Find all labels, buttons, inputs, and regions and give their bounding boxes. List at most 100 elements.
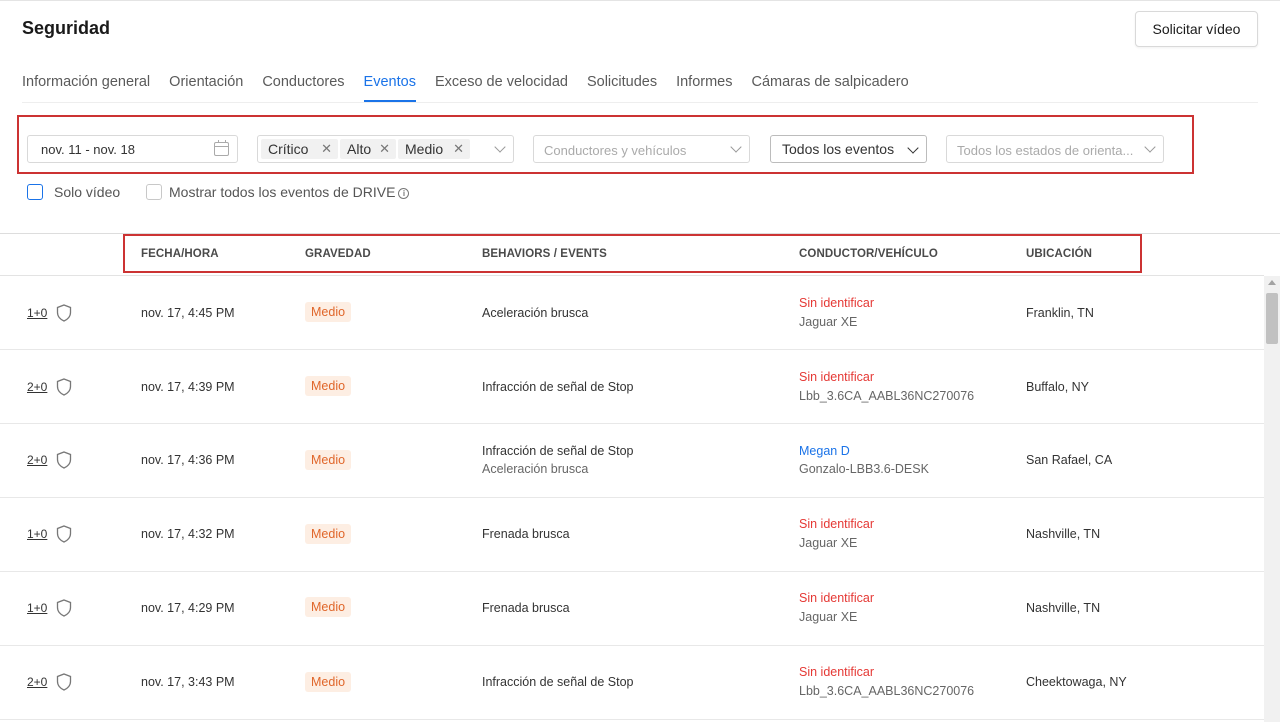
behavior-label: Infracción de señal de Stop (482, 444, 634, 458)
severity-badge: Medio (305, 524, 352, 544)
chip-label: Medio (405, 141, 444, 157)
tab-events[interactable]: Eventos (363, 72, 417, 102)
severity-chip-critical: Crítico ✕ (261, 139, 338, 159)
behavior-label: Infracción de señal de Stop (482, 675, 634, 689)
chevron-down-icon (907, 142, 919, 154)
severity-badge: Medio (305, 597, 352, 617)
events-type-select[interactable]: Todos los eventos (770, 135, 927, 163)
event-datetime: nov. 17, 3:43 PM (141, 675, 235, 689)
shield-icon[interactable] (56, 451, 72, 469)
shield-icon[interactable] (56, 599, 72, 617)
driver-name[interactable]: Sin identificar (799, 296, 874, 310)
severity-select[interactable]: Crítico ✕ Alto ✕ Medio ✕ (257, 135, 514, 163)
tabs-divider (22, 102, 1258, 103)
vehicle-name: Lbb_3.6CA_AABL36NC270076 (799, 684, 975, 698)
scroll-up-arrow-icon[interactable] (1268, 280, 1276, 285)
video-only-checkbox[interactable] (27, 184, 43, 200)
page-title: Seguridad (22, 18, 111, 38)
drivers-placeholder: Conductores y vehículos (544, 143, 687, 158)
date-range-picker[interactable]: nov. 11 - nov. 18 (27, 135, 238, 163)
header-highlight-box (123, 234, 1142, 273)
event-count-link[interactable]: 2+0 (27, 675, 47, 689)
severity-badge: Medio (305, 672, 352, 692)
table-row[interactable]: 2+0 nov. 17, 4:39 PM Medio Infracción de… (0, 350, 1264, 424)
close-icon[interactable]: ✕ (453, 139, 464, 159)
driver-name[interactable]: Megan D (799, 444, 850, 458)
vehicle-name: Lbb_3.6CA_AABL36NC270076 (799, 389, 975, 403)
top-border (0, 0, 1280, 1)
column-header-severity[interactable]: GRAVEDAD (305, 248, 371, 260)
chevron-down-icon (730, 141, 742, 153)
driver-name[interactable]: Sin identificar (799, 370, 874, 384)
video-only-label: Solo vídeo (54, 184, 121, 200)
event-count-link[interactable]: 2+0 (27, 453, 47, 467)
shield-icon[interactable] (56, 304, 72, 322)
behavior-label: Frenada brusca (482, 601, 570, 615)
event-location: Franklin, TN (1026, 306, 1094, 320)
severity-badge: Medio (305, 450, 352, 470)
vehicle-name: Jaguar XE (799, 610, 858, 624)
close-icon[interactable]: ✕ (321, 139, 332, 159)
event-datetime: nov. 17, 4:36 PM (141, 453, 235, 467)
request-video-button[interactable]: Solicitar vídeo (1135, 11, 1258, 47)
behavior-label: Frenada brusca (482, 527, 570, 541)
event-count-link[interactable]: 1+0 (27, 306, 47, 320)
table-row[interactable]: 1+0 nov. 17, 4:32 PM Medio Frenada brusc… (0, 498, 1264, 572)
event-count-link[interactable]: 1+0 (27, 527, 47, 541)
behavior-label: Aceleración brusca (482, 462, 589, 476)
chevron-down-icon (494, 141, 506, 153)
event-count-link[interactable]: 1+0 (27, 601, 47, 615)
date-range-value: nov. 11 - nov. 18 (41, 142, 135, 157)
tab-bar: Información general Orientación Conducto… (22, 72, 909, 102)
shield-icon[interactable] (56, 378, 72, 396)
chip-label: Alto (347, 141, 372, 157)
column-header-behaviors[interactable]: BEHAVIORS / EVENTS (482, 248, 607, 260)
coaching-placeholder: Todos los estados de orienta... (957, 143, 1134, 158)
event-location: Buffalo, NY (1026, 380, 1090, 394)
info-icon[interactable]: i (398, 188, 410, 199)
drivers-vehicles-select[interactable]: Conductores y vehículos (533, 135, 750, 163)
severity-chip-high: Alto ✕ (340, 139, 396, 159)
driver-name[interactable]: Sin identificar (799, 665, 874, 679)
event-location: Nashville, TN (1026, 527, 1101, 541)
behavior-label: Infracción de señal de Stop (482, 380, 634, 394)
events-type-value: Todos los eventos (782, 141, 895, 157)
vehicle-name: Jaguar XE (799, 315, 858, 329)
table-row[interactable]: 1+0 nov. 17, 4:45 PM Medio Aceleración b… (0, 276, 1264, 350)
tab-reports[interactable]: Informes (676, 72, 732, 102)
table-row[interactable]: 2+0 nov. 17, 3:43 PM Medio Infracción de… (0, 646, 1264, 720)
vehicle-name: Gonzalo-LBB3.6-DESK (799, 462, 929, 476)
tab-requests[interactable]: Solicitudes (587, 72, 657, 102)
table-row[interactable]: 1+0 nov. 17, 4:29 PM Medio Frenada brusc… (0, 572, 1264, 646)
vertical-scrollbar[interactable] (1264, 276, 1280, 722)
event-location: Cheektowaga, NY (1026, 675, 1127, 689)
event-location: San Rafael, CA (1026, 453, 1113, 467)
tab-speeding[interactable]: Exceso de velocidad (435, 72, 568, 102)
behavior-label: Aceleración brusca (482, 306, 589, 320)
event-datetime: nov. 17, 4:32 PM (141, 527, 235, 541)
chip-label: Crítico (268, 141, 309, 157)
driver-name[interactable]: Sin identificar (799, 517, 874, 531)
show-drive-label: Mostrar todos los eventos de DRIVE (169, 184, 396, 200)
tab-dashcams[interactable]: Cámaras de salpicadero (752, 72, 909, 102)
driver-name[interactable]: Sin identificar (799, 591, 874, 605)
column-header-driver-vehicle[interactable]: CONDUCTOR/VEHÍCULO (799, 248, 938, 260)
tab-coaching[interactable]: Orientación (169, 72, 243, 102)
tab-overview[interactable]: Información general (22, 72, 150, 102)
shield-icon[interactable] (56, 673, 72, 691)
tab-drivers[interactable]: Conductores (262, 72, 344, 102)
column-header-datetime[interactable]: FECHA/HORA (141, 248, 219, 260)
chevron-down-icon (1144, 141, 1156, 153)
show-drive-checkbox[interactable] (146, 184, 162, 200)
event-count-link[interactable]: 2+0 (27, 380, 47, 394)
table-row[interactable]: 2+0 nov. 17, 4:36 PM Medio Infracción de… (0, 424, 1264, 498)
scrollbar-thumb[interactable] (1266, 293, 1278, 344)
shield-icon[interactable] (56, 525, 72, 543)
event-datetime: nov. 17, 4:29 PM (141, 601, 235, 615)
coaching-status-select[interactable]: Todos los estados de orienta... (946, 135, 1164, 163)
event-datetime: nov. 17, 4:45 PM (141, 306, 235, 320)
calendar-icon (214, 140, 229, 156)
close-icon[interactable]: ✕ (379, 139, 390, 159)
show-drive-label-wrap: Mostrar todos los eventos de DRIVE i (169, 184, 410, 200)
column-header-location[interactable]: UBICACIÓN (1026, 248, 1092, 260)
